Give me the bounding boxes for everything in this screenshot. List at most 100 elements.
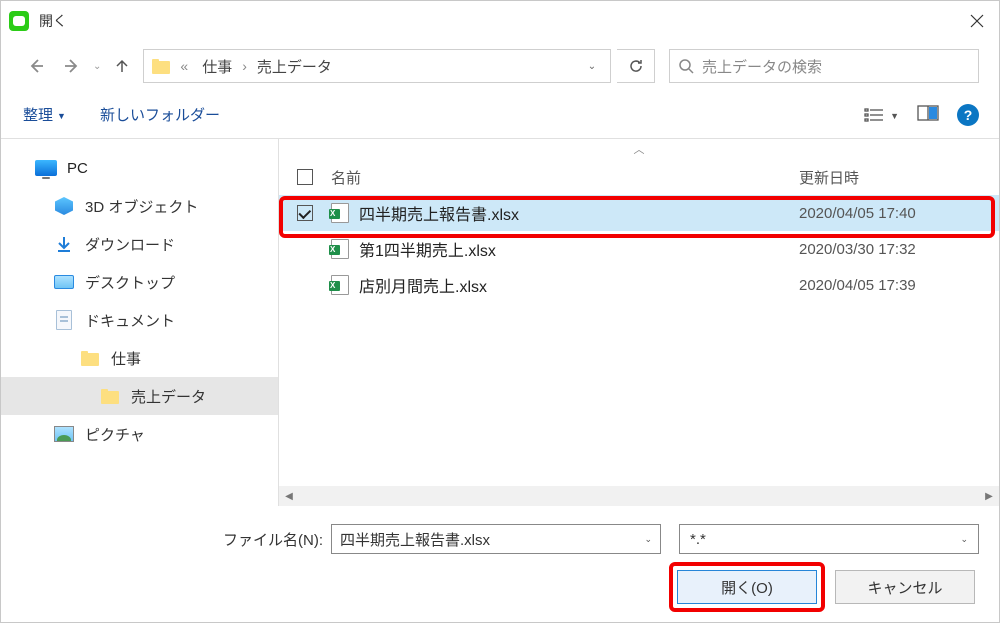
filename-label: ファイル名(N): — [1, 529, 331, 550]
address-bar[interactable]: « 仕事 › 売上データ ⌄ — [143, 49, 611, 83]
chevron-down-icon[interactable]: ⌄ — [644, 534, 652, 545]
cube-icon — [55, 197, 73, 215]
filename-input[interactable]: 四半期売上報告書.xlsx ⌄ — [331, 524, 661, 554]
close-icon — [970, 14, 984, 28]
preview-pane-button[interactable] — [917, 105, 939, 124]
tree-node-desktop[interactable]: デスクトップ — [1, 263, 278, 301]
file-row[interactable]: 店別月間売上.xlsx 2020/04/05 17:39 — [279, 267, 999, 303]
file-type-filter[interactable]: *.* ⌄ — [679, 524, 979, 554]
tree-label: PC — [67, 160, 88, 177]
refresh-icon — [628, 58, 644, 74]
pictures-icon — [54, 426, 74, 442]
new-folder-label: 新しいフォルダー — [100, 104, 220, 125]
navigation-bar: ⌄ « 仕事 › 売上データ ⌄ 売上データの検索 — [1, 41, 999, 91]
scroll-right-button[interactable]: ▶ — [979, 486, 999, 506]
titlebar: 開く — [1, 1, 999, 41]
dialog-body: PC 3D オブジェクト ダウンロード デスクトップ ドキュメント — [1, 139, 999, 506]
preview-pane-icon — [917, 105, 939, 121]
file-row[interactable]: 四半期売上報告書.xlsx 2020/04/05 17:40 — [279, 195, 999, 231]
file-modified: 2020/03/30 17:32 — [799, 241, 999, 258]
view-options-button[interactable]: ▼ — [864, 107, 899, 123]
column-modified[interactable]: 更新日時 — [799, 167, 999, 188]
tree-label: デスクトップ — [85, 272, 175, 293]
file-modified: 2020/04/05 17:40 — [799, 205, 999, 222]
scroll-left-button[interactable]: ◀ — [279, 486, 299, 506]
breadcrumb-ellipsis[interactable]: « — [176, 58, 192, 74]
document-icon — [56, 310, 72, 330]
tree-node-3d-objects[interactable]: 3D オブジェクト — [1, 187, 278, 225]
cancel-label: キャンセル — [867, 577, 942, 598]
tree-node-downloads[interactable]: ダウンロード — [1, 225, 278, 263]
breadcrumb-segment[interactable]: 売上データ — [251, 56, 338, 77]
open-label: 開く(O) — [721, 577, 773, 598]
tree-label: 仕事 — [111, 348, 141, 369]
filter-value: *.* — [690, 531, 706, 548]
file-name: 店別月間売上.xlsx — [359, 273, 487, 297]
address-dropdown[interactable]: ⌄ — [580, 61, 604, 72]
excel-file-icon — [331, 275, 349, 295]
toolbar: 整理 ▼ 新しいフォルダー ▼ ? — [1, 91, 999, 139]
folder-icon — [152, 59, 170, 74]
file-list: 四半期売上報告書.xlsx 2020/04/05 17:40 第1四半期売上.x… — [279, 195, 999, 486]
chevron-down-icon: ▼ — [57, 111, 66, 121]
open-button[interactable]: 開く(O) — [677, 570, 817, 604]
tree-node-documents[interactable]: ドキュメント — [1, 301, 278, 339]
close-button[interactable] — [954, 1, 999, 41]
column-name[interactable]: 名前 — [327, 167, 799, 188]
app-icon — [9, 11, 29, 31]
organize-label: 整理 — [23, 104, 53, 125]
download-icon — [53, 234, 75, 254]
folder-icon — [81, 351, 99, 366]
tree-label: 売上データ — [131, 386, 206, 407]
new-folder-button[interactable]: 新しいフォルダー — [98, 100, 222, 129]
excel-file-icon — [331, 239, 349, 259]
refresh-button[interactable] — [617, 49, 655, 83]
tree-node-pictures[interactable]: ピクチャ — [1, 415, 278, 453]
pc-icon — [35, 160, 57, 176]
history-dropdown[interactable]: ⌄ — [93, 61, 101, 72]
tree-node-sales-data[interactable]: 売上データ — [1, 377, 278, 415]
search-input[interactable]: 売上データの検索 — [669, 49, 979, 83]
desktop-icon — [54, 275, 74, 289]
search-icon — [678, 58, 694, 74]
horizontal-scrollbar[interactable]: ◀ ▶ — [279, 486, 999, 506]
folder-icon — [101, 389, 119, 404]
list-view-icon — [864, 107, 884, 123]
chevron-down-icon: ▼ — [890, 111, 899, 121]
back-button[interactable] — [21, 51, 51, 81]
collapse-handle[interactable]: ︿ — [279, 139, 999, 159]
tree-node-pc[interactable]: PC — [1, 149, 278, 187]
select-all-checkbox[interactable] — [297, 169, 313, 185]
chevron-down-icon[interactable]: ⌄ — [960, 534, 968, 545]
column-headers: 名前 更新日時 — [279, 159, 999, 195]
breadcrumb-segment[interactable]: 仕事 — [196, 56, 238, 77]
file-name: 四半期売上報告書.xlsx — [359, 201, 519, 225]
tree-node-work[interactable]: 仕事 — [1, 339, 278, 377]
button-row: 開く(O) キャンセル — [1, 570, 979, 604]
forward-button[interactable] — [57, 51, 87, 81]
tree-label: ピクチャ — [85, 424, 145, 445]
organize-button[interactable]: 整理 ▼ — [21, 100, 68, 129]
excel-file-icon — [331, 203, 349, 223]
filename-value: 四半期売上報告書.xlsx — [340, 529, 644, 550]
tree-label: 3D オブジェクト — [85, 196, 198, 217]
navigation-tree: PC 3D オブジェクト ダウンロード デスクトップ ドキュメント — [1, 139, 279, 506]
help-button[interactable]: ? — [957, 104, 979, 126]
tree-label: ドキュメント — [85, 310, 175, 331]
search-placeholder: 売上データの検索 — [702, 56, 970, 77]
open-file-dialog: 開く ⌄ « 仕事 › 売上データ ⌄ 売上データの検索 — [0, 0, 1000, 623]
file-list-area: ︿ 名前 更新日時 四半期売上報告書.xlsx 2020/04/05 17:40 — [279, 139, 999, 506]
cancel-button[interactable]: キャンセル — [835, 570, 975, 604]
file-modified: 2020/04/05 17:39 — [799, 277, 999, 294]
chevron-right-icon: › — [242, 58, 247, 74]
row-checkbox[interactable] — [297, 205, 313, 221]
filename-row: ファイル名(N): 四半期売上報告書.xlsx ⌄ *.* ⌄ — [1, 524, 979, 554]
arrow-left-icon — [27, 57, 45, 75]
up-button[interactable] — [107, 51, 137, 81]
file-row[interactable]: 第1四半期売上.xlsx 2020/03/30 17:32 — [279, 231, 999, 267]
dialog-footer: ファイル名(N): 四半期売上報告書.xlsx ⌄ *.* ⌄ 開く(O) キャ… — [1, 506, 999, 622]
file-name: 第1四半期売上.xlsx — [359, 237, 496, 261]
arrow-up-icon — [113, 57, 131, 75]
arrow-right-icon — [63, 57, 81, 75]
tree-label: ダウンロード — [85, 234, 175, 255]
